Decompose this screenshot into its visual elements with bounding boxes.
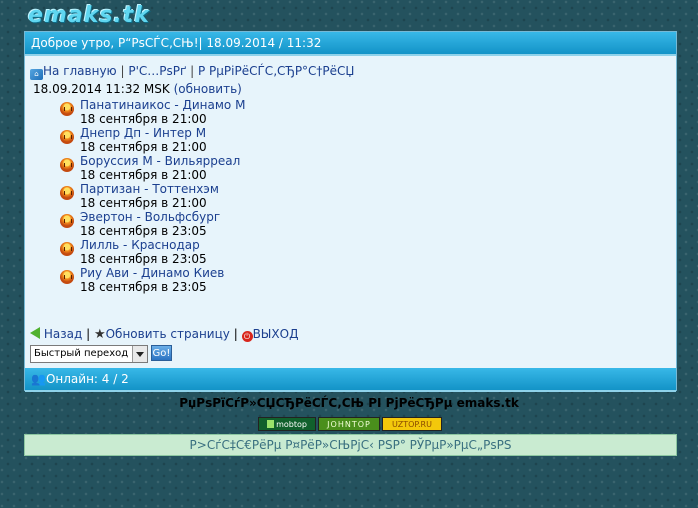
list-item: Эвертон - Вольфсбург 18 сентября в 23:05: [60, 210, 460, 238]
register-link[interactable]: Р РµРіРёСЃС‚СЂР°С†РёСЏ: [198, 64, 354, 78]
football-icon: [60, 186, 74, 200]
football-icon: [60, 130, 74, 144]
home-link[interactable]: На главную: [43, 64, 117, 78]
match-link[interactable]: Лилль - Краснодар: [80, 238, 460, 252]
football-icon: [60, 158, 74, 172]
match-time: 18 сентября в 23:05: [80, 252, 207, 266]
online-divider: [25, 390, 676, 392]
uztop-counter[interactable]: UZTOP.RU: [382, 417, 442, 431]
page-content: ⌂ На главную | Р'С…РѕРґ | Р РµРіРёСЃС‚СЂР…: [30, 62, 670, 363]
match-time: 18 сентября в 21:00: [80, 140, 207, 154]
match-link[interactable]: Боруссия М - Вильярреал: [80, 154, 460, 168]
main-panel: Доброе утро, Р“РѕСЃС‚СЊ!| 18.09.2014 / 1…: [24, 31, 677, 392]
match-link[interactable]: Эвертон - Вольфсбург: [80, 210, 460, 224]
refresh-time-link[interactable]: (обновить): [174, 82, 242, 96]
promo-link[interactable]: Р>СѓС‡С€РёРµ Р¤РёР»СЊРјС‹ РЅР° РЎРµР»РµС…: [190, 438, 512, 452]
list-item: Днепр Дп - Интер М 18 сентября в 21:00: [60, 126, 460, 154]
list-item: Панатинаикос - Динамо М 18 сентября в 21…: [60, 98, 460, 126]
football-icon: [60, 102, 74, 116]
football-icon: [60, 270, 74, 284]
online-bar: 👥Онлайн: 4 / 2: [25, 368, 676, 392]
list-item: Риу Ави - Динамо Киев 18 сентября в 23:0…: [60, 266, 460, 294]
rating-title: РџРѕРїСѓР»СЏСЂРёСЃС‚СЊ РІ РјРёСЂРµ emaks…: [179, 396, 519, 410]
power-icon[interactable]: ⏻: [241, 331, 253, 342]
match-time: 18 сентября в 21:00: [80, 196, 207, 210]
online-status[interactable]: 👥Онлайн: 4 / 2: [31, 368, 129, 390]
go-button[interactable]: Go!: [151, 345, 172, 361]
nav-separator: |: [86, 327, 91, 341]
nav-separator: |: [233, 327, 238, 341]
top-nav: ⌂ На главную | Р'С…РѕРґ | Р РµРіРёСЃС‚СЂР…: [30, 64, 354, 80]
match-link[interactable]: Партизан - Тоттенхэм: [80, 182, 460, 196]
header-divider: [25, 54, 676, 56]
match-time: 18 сентября в 21:00: [80, 112, 207, 126]
match-time: 18 сентября в 21:00: [80, 168, 207, 182]
match-time: 18 сентября в 23:05: [80, 224, 207, 238]
promo-link-box: Р>СѓС‡С€РёРµ Р¤РёР»СЊРјС‹ РЅР° РЎРµР»РµС…: [24, 434, 677, 456]
datetime-line: 18.09.2014 11:32 MSK (обновить): [33, 82, 242, 96]
greeting-text: Доброе утро, Р“РѕСЃС‚СЊ!| 18.09.2014 / 1…: [31, 36, 322, 50]
list-item: Лилль - Краснодар 18 сентября в 23:05: [60, 238, 460, 266]
match-list: Панатинаикос - Динамо М 18 сентября в 21…: [60, 98, 460, 294]
list-item: Партизан - Тоттенхэм 18 сентября в 21:00: [60, 182, 460, 210]
list-item: Боруссия М - Вильярреал 18 сентября в 21…: [60, 154, 460, 182]
refresh-page-link[interactable]: Обновить страницу: [106, 327, 230, 341]
back-link[interactable]: Назад: [44, 327, 82, 341]
online-count: Онлайн: 4 / 2: [45, 372, 129, 386]
home-icon[interactable]: ⌂: [30, 69, 43, 80]
football-icon: [60, 214, 74, 228]
quick-jump-select[interactable]: Быстрый переход: [30, 345, 148, 363]
back-arrow-icon[interactable]: [30, 327, 40, 339]
exit-link[interactable]: ВЫХОД: [253, 327, 299, 341]
quick-jump-value: Быстрый переход: [34, 348, 129, 359]
nav-separator: |: [120, 64, 125, 78]
footer-nav: Назад | ★Обновить страницу | ⏻ ВЫХОД: [30, 327, 298, 342]
star-icon: ★: [93, 327, 106, 342]
match-link[interactable]: Риу Ави - Динамо Киев: [80, 266, 460, 280]
datetime-text: 18.09.2014 11:32 MSK: [33, 82, 170, 96]
nav-separator: |: [190, 64, 195, 78]
football-icon: [60, 242, 74, 256]
mobtop-label: mobtop: [276, 420, 307, 429]
bar-chart-icon: [267, 420, 275, 428]
header-bar: Доброе утро, Р“РѕСЃС‚СЊ!| 18.09.2014 / 1…: [25, 32, 676, 56]
site-logo[interactable]: emaks.tk: [28, 3, 150, 28]
chevron-down-icon[interactable]: [132, 346, 147, 362]
johntop-counter[interactable]: JOHNTOP: [318, 417, 380, 431]
mobtop-counter[interactable]: mobtop: [258, 417, 316, 431]
login-link[interactable]: Р'С…РѕРґ: [128, 64, 186, 78]
match-link[interactable]: Днепр Дп - Интер М: [80, 126, 460, 140]
match-time: 18 сентября в 23:05: [80, 280, 207, 294]
users-icon: 👥: [31, 372, 46, 386]
match-link[interactable]: Панатинаикос - Динамо М: [80, 98, 460, 112]
